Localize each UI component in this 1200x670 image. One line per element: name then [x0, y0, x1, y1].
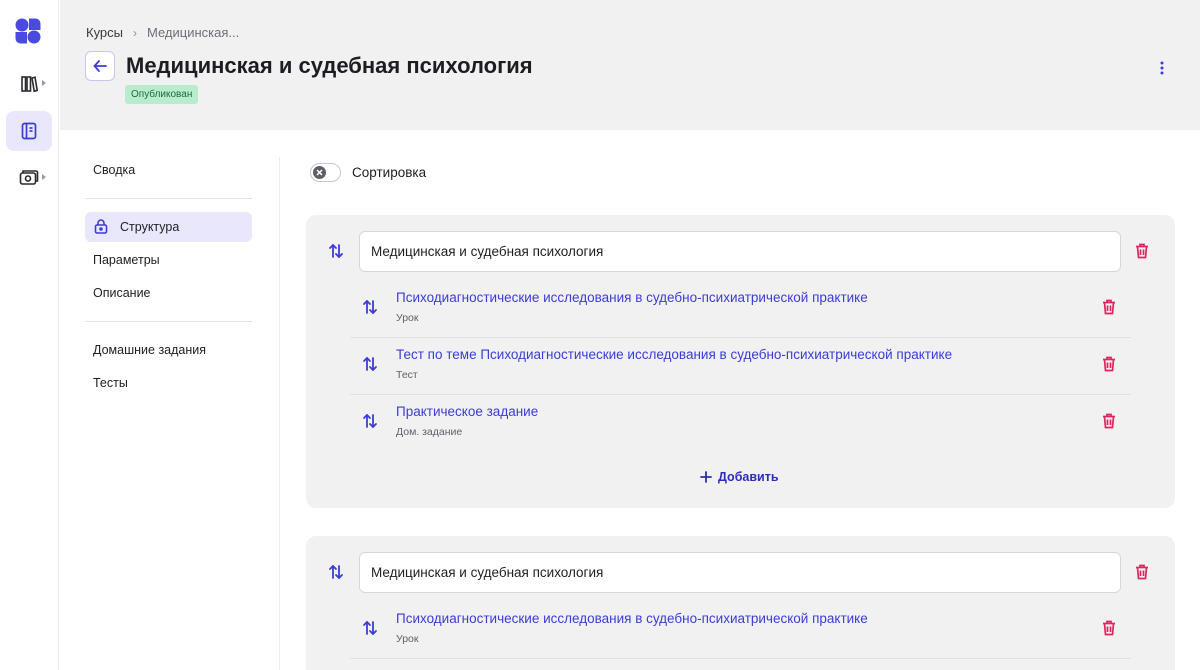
rail-courses-button[interactable] — [6, 111, 52, 151]
lesson-row[interactable]: Психодиагностические исследования в суде… — [350, 281, 1131, 338]
trash-icon[interactable] — [1135, 564, 1149, 580]
plus-icon — [700, 471, 712, 483]
sort-arrows-icon[interactable] — [328, 243, 344, 259]
back-button[interactable] — [85, 51, 115, 81]
media-icon — [19, 170, 39, 185]
menu-item-description[interactable]: Описание — [85, 278, 252, 308]
course-header: Курсы › Медицинская... Медицинская и суд… — [60, 0, 1200, 130]
trash-icon[interactable] — [1102, 620, 1116, 636]
section-card: Психодиагностические исследования в суде… — [306, 215, 1175, 508]
rail-library-button[interactable] — [6, 64, 52, 104]
toggle-knob — [313, 166, 326, 179]
lesson-title-link[interactable]: Психодиагностические исследования в суде… — [396, 611, 868, 626]
menu-item-structure-label: Структура — [120, 220, 180, 234]
sort-arrows-icon[interactable] — [362, 356, 378, 372]
lesson-type: Дом. задание — [396, 426, 463, 438]
menu-item-structure[interactable]: Структура — [85, 212, 252, 242]
arrow-left-icon — [93, 60, 107, 72]
breadcrumb-current: Медицинская... — [147, 25, 240, 40]
sort-arrows-icon[interactable] — [328, 564, 344, 580]
trash-icon[interactable] — [1102, 356, 1116, 372]
add-lesson-label: Добавить — [718, 470, 779, 484]
sort-arrows-icon[interactable] — [362, 620, 378, 636]
lesson-title-link[interactable]: Тест по теме Психодиагностические исслед… — [396, 347, 952, 362]
app-logo-icon[interactable] — [14, 17, 42, 45]
rail-media-button[interactable] — [6, 158, 52, 198]
lesson-type: Тест — [396, 369, 418, 381]
sort-arrows-icon[interactable] — [362, 413, 378, 429]
lesson-type: Урок — [396, 633, 419, 645]
menu-item-homework[interactable]: Домашние задания — [85, 335, 252, 365]
menu-item-params[interactable]: Параметры — [85, 245, 252, 275]
close-icon — [316, 169, 323, 176]
section-name-input[interactable] — [359, 231, 1121, 272]
more-options-button[interactable] — [1152, 58, 1172, 78]
menu-divider — [85, 321, 252, 322]
trash-icon[interactable] — [1102, 413, 1116, 429]
app-rail — [0, 0, 59, 670]
lesson-row[interactable]: Практическое задание Дом. задание — [350, 395, 1131, 452]
status-badge: Опубликован — [125, 85, 199, 104]
lesson-title-link[interactable]: Психодиагностические исследования в суде… — [396, 290, 868, 305]
menu-item-tests[interactable]: Тесты — [85, 368, 252, 398]
chevron-right-icon: › — [133, 25, 138, 40]
course-menu: Сводка Структура Параметры Описание Дома… — [85, 155, 252, 398]
trash-icon[interactable] — [1135, 243, 1149, 259]
chevron-right-icon — [42, 80, 46, 86]
lock-icon — [94, 219, 108, 234]
library-icon — [21, 76, 38, 93]
sort-toggle-label: Сортировка — [352, 165, 427, 180]
sort-toggle[interactable] — [310, 163, 341, 182]
sort-arrows-icon[interactable] — [362, 299, 378, 315]
trash-icon[interactable] — [1102, 299, 1116, 315]
section-card: Психодиагностические исследования в суде… — [306, 536, 1175, 670]
content-divider — [279, 157, 280, 670]
more-vertical-icon — [1160, 61, 1164, 75]
breadcrumb: Курсы › Медицинская... — [86, 25, 239, 40]
breadcrumb-courses-link[interactable]: Курсы — [86, 25, 123, 40]
lesson-row[interactable]: Психодиагностические исследования в суде… — [350, 602, 1131, 659]
lesson-title-link[interactable]: Практическое задание — [396, 404, 538, 419]
menu-item-summary[interactable]: Сводка — [85, 155, 252, 185]
add-lesson-button[interactable]: Добавить — [700, 470, 779, 484]
lesson-row[interactable]: Тест по теме Психодиагностические исслед… — [350, 338, 1131, 395]
lesson-type: Урок — [396, 312, 419, 324]
course-book-icon — [21, 122, 37, 140]
section-name-input[interactable] — [359, 552, 1121, 593]
menu-divider — [85, 198, 252, 199]
page-title: Медицинская и судебная психология — [126, 53, 533, 78]
chevron-right-icon — [42, 174, 46, 180]
